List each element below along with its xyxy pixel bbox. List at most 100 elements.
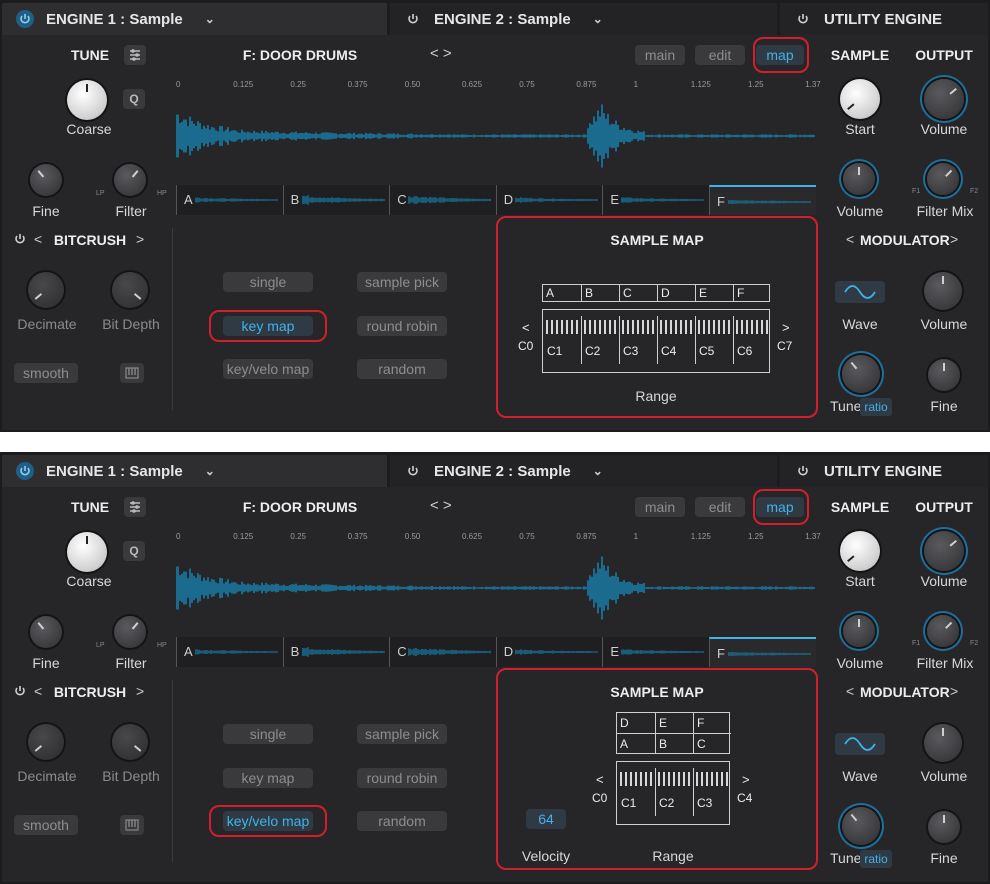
range-prev-icon[interactable]: < xyxy=(522,320,530,335)
octave-keys[interactable] xyxy=(658,772,693,786)
tab-main[interactable]: main xyxy=(635,497,685,517)
power-icon[interactable] xyxy=(16,10,34,28)
waveform-display[interactable] xyxy=(176,92,816,180)
filter-mix-knob[interactable] xyxy=(927,615,959,647)
keyboard-icon[interactable] xyxy=(120,815,144,835)
sample-nav-arrows[interactable]: < > xyxy=(430,45,452,62)
octave-keys[interactable] xyxy=(584,320,619,334)
tab-edit[interactable]: edit xyxy=(695,45,745,65)
octave-keys[interactable] xyxy=(736,320,771,334)
octave-keys[interactable] xyxy=(698,320,733,334)
octave-keys[interactable] xyxy=(546,320,581,334)
power-icon[interactable] xyxy=(794,10,812,28)
bit-depth-knob[interactable] xyxy=(112,724,148,760)
sample-slot-f[interactable]: F xyxy=(709,185,816,215)
wave-selector[interactable] xyxy=(835,733,885,755)
output-volume-knob[interactable] xyxy=(924,531,964,571)
tab-utility-engine[interactable]: UTILITY ENGINE xyxy=(780,3,988,35)
range-next-icon[interactable]: > xyxy=(742,772,750,787)
sample-volume-knob[interactable] xyxy=(843,615,875,647)
mode-single[interactable]: single xyxy=(223,724,313,744)
power-icon[interactable] xyxy=(794,462,812,480)
octave-keys[interactable] xyxy=(696,772,731,786)
tab-main[interactable]: main xyxy=(635,45,685,65)
mode-single[interactable]: single xyxy=(223,272,313,292)
sample-slot-e[interactable]: E xyxy=(602,637,709,667)
mode-key-map[interactable]: key map xyxy=(223,768,313,788)
modulator-fine-knob[interactable] xyxy=(928,811,960,843)
octave-keys[interactable] xyxy=(660,320,695,334)
zone-cell[interactable]: E xyxy=(695,285,733,301)
chevron-down-icon[interactable]: ⌄ xyxy=(205,464,215,478)
zone-cell[interactable]: D xyxy=(617,713,655,733)
sample-slot-a[interactable]: A xyxy=(176,185,283,215)
sample-slot-b[interactable]: B xyxy=(282,185,390,215)
chevron-down-icon[interactable]: ⌄ xyxy=(593,464,603,478)
sample-slot-e[interactable]: E xyxy=(602,185,709,215)
q-button[interactable]: Q xyxy=(123,89,145,109)
tab-engine-2[interactable]: ENGINE 2 : Sample ⌄ xyxy=(390,3,777,35)
ratio-button[interactable]: ratio xyxy=(860,850,892,868)
zone-cell[interactable]: B xyxy=(581,285,619,301)
bitcrush-next-icon[interactable]: > xyxy=(136,683,144,699)
mode-key-velo-map[interactable]: key/velo map xyxy=(223,359,313,379)
filter-mix-knob[interactable] xyxy=(927,163,959,195)
mode-round-robin[interactable]: round robin xyxy=(357,768,447,788)
modulator-next-icon[interactable]: > xyxy=(950,683,958,699)
filter-knob[interactable] xyxy=(114,616,146,648)
modulator-volume-knob[interactable] xyxy=(924,272,962,310)
power-icon[interactable] xyxy=(404,462,422,480)
fine-knob[interactable] xyxy=(30,616,62,648)
chevron-down-icon[interactable]: ⌄ xyxy=(593,12,603,26)
mode-sample-pick[interactable]: sample pick xyxy=(357,272,447,292)
ratio-button[interactable]: ratio xyxy=(860,398,892,416)
bitcrush-prev-icon[interactable]: < xyxy=(34,683,42,699)
power-icon[interactable] xyxy=(16,462,34,480)
tab-edit[interactable]: edit xyxy=(695,497,745,517)
zone-cell[interactable]: E xyxy=(655,713,693,733)
sample-slot-c[interactable]: C xyxy=(389,637,496,667)
start-knob[interactable] xyxy=(840,531,880,571)
sample-slot-d[interactable]: D xyxy=(495,637,603,667)
coarse-knob[interactable] xyxy=(67,532,107,572)
sample-slot-c[interactable]: C xyxy=(389,185,496,215)
sample-slot-a[interactable]: A xyxy=(176,637,283,667)
mode-random[interactable]: random xyxy=(357,811,447,831)
start-knob[interactable] xyxy=(840,79,880,119)
range-prev-icon[interactable]: < xyxy=(596,772,604,787)
power-icon[interactable] xyxy=(404,10,422,28)
zone-cell[interactable]: B xyxy=(655,733,693,753)
sample-slot-d[interactable]: D xyxy=(495,185,603,215)
sample-slot-f[interactable]: F xyxy=(709,637,816,667)
tune-ratio-knob[interactable] xyxy=(842,807,880,845)
sample-nav-arrows[interactable]: < > xyxy=(430,497,452,514)
octave-keys[interactable] xyxy=(620,772,655,786)
filter-knob[interactable] xyxy=(114,164,146,196)
fine-knob[interactable] xyxy=(30,164,62,196)
settings-icon[interactable] xyxy=(124,497,146,517)
q-button[interactable]: Q xyxy=(123,541,145,561)
mode-sample-pick[interactable]: sample pick xyxy=(357,724,447,744)
bitcrush-power-icon[interactable] xyxy=(14,684,26,702)
bitcrush-power-icon[interactable] xyxy=(14,232,26,250)
smooth-button[interactable]: smooth xyxy=(14,815,78,835)
modulator-next-icon[interactable]: > xyxy=(950,231,958,247)
tab-utility-engine[interactable]: UTILITY ENGINE xyxy=(780,455,988,487)
settings-icon[interactable] xyxy=(124,45,146,65)
zone-cell[interactable]: D xyxy=(657,285,695,301)
keyboard-icon[interactable] xyxy=(120,363,144,383)
tab-engine-2[interactable]: ENGINE 2 : Sample ⌄ xyxy=(390,455,777,487)
bitcrush-next-icon[interactable]: > xyxy=(136,231,144,247)
coarse-knob[interactable] xyxy=(67,80,107,120)
chevron-down-icon[interactable]: ⌄ xyxy=(205,12,215,26)
modulator-fine-knob[interactable] xyxy=(928,359,960,391)
tab-engine-1[interactable]: ENGINE 1 : Sample ⌄ xyxy=(2,455,387,487)
zone-cell[interactable]: C xyxy=(693,733,731,753)
bit-depth-knob[interactable] xyxy=(112,272,148,308)
sample-volume-knob[interactable] xyxy=(843,163,875,195)
decimate-knob[interactable] xyxy=(28,724,64,760)
tune-ratio-knob[interactable] xyxy=(842,355,880,393)
octave-keys[interactable] xyxy=(622,320,657,334)
mode-round-robin[interactable]: round robin xyxy=(357,316,447,336)
zone-cell[interactable]: F xyxy=(693,713,731,733)
